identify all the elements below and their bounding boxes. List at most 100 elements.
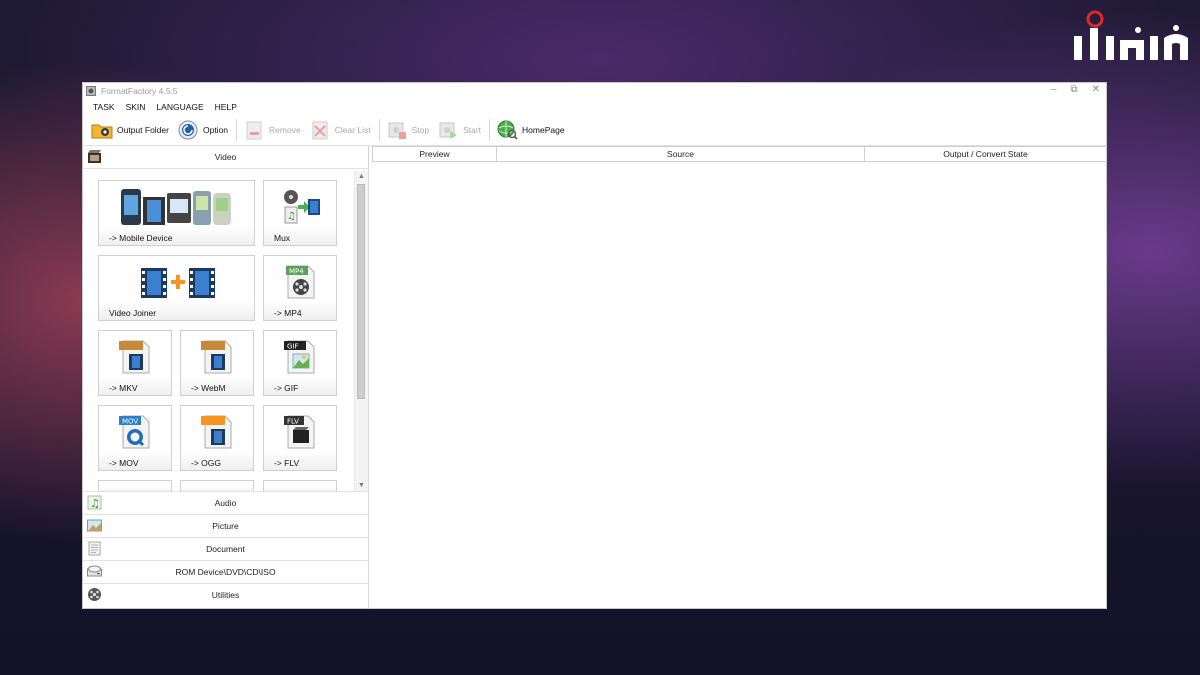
close-button[interactable]: ✕ [1092,84,1100,95]
category-picture[interactable]: Picture [83,515,368,538]
task-table-header: Preview Source Output / Convert State [372,146,1107,162]
mp4-badge: MP4 [289,268,304,276]
window-title: FormatFactory 4.5.5 [101,86,178,96]
option-icon [178,120,198,140]
start-icon [439,122,458,139]
homepage-button[interactable]: HomePage [496,120,565,140]
folder-icon [91,124,113,139]
category-document[interactable]: Document [83,538,368,561]
menu-bar: TASK SKIN LANGUAGE HELP [83,99,1106,115]
tile-label: Video Joiner [109,308,157,318]
flv-file-icon: FLV [284,415,315,449]
column-preview[interactable]: Preview [373,147,497,161]
flv-badge: FLV [287,418,299,426]
column-output-state[interactable]: Output / Convert State [865,147,1106,161]
tile-partial[interactable] [98,480,172,491]
tile-video-joiner[interactable]: Video Joiner [98,255,255,321]
clear-list-button[interactable]: Clear List [309,120,371,140]
mobile-devices-icon [121,189,231,225]
scroll-thumb[interactable] [357,184,365,399]
scroll-down-arrow[interactable]: ▼ [356,480,367,491]
category-panel: Video -> Mobile Device ♫ Mux Video Joine… [83,146,369,609]
mov-badge: MOV [122,418,138,426]
video-tiles-area: -> Mobile Device ♫ Mux Video Joiner MP4 … [83,169,368,491]
window-controls: – ⧉ ✕ [1051,84,1100,95]
brand-logo [1074,10,1188,60]
tile-label: Mux [274,233,291,243]
toolbar-separator [489,119,491,141]
column-source[interactable]: Source [497,147,865,161]
category-picture-label: Picture [212,521,239,531]
tile-partial[interactable] [263,480,337,491]
svg-text:♫: ♫ [287,211,296,222]
globe-icon [497,120,518,140]
tile-label: -> FLV [274,458,300,468]
remove-icon [246,121,262,140]
option-button[interactable]: Option [177,120,228,140]
menu-task[interactable]: TASK [93,102,115,112]
remove-button[interactable]: Remove [243,120,301,140]
tile-mp4[interactable]: MP4 -> MP4 [263,255,337,321]
category-video[interactable]: Video [83,146,368,169]
category-document-label: Document [206,544,245,554]
video-joiner-icon [141,268,215,298]
tile-label: -> GIF [274,383,299,393]
webm-file-icon [201,340,232,374]
menu-skin[interactable]: SKIN [126,102,146,112]
menu-help[interactable]: HELP [215,102,237,112]
clear-list-icon [312,121,328,140]
tile-label: -> MOV [109,458,139,468]
tile-mkv[interactable]: -> MKV [98,330,172,396]
start-label: Start [463,125,482,135]
toolbar-separator [378,119,380,141]
tile-label: -> OGG [191,458,221,468]
tile-mobile-device[interactable]: -> Mobile Device [98,180,255,246]
category-audio[interactable]: ♫ Audio [83,491,368,515]
task-list-panel: Preview Source Output / Convert State [372,146,1107,609]
tile-label: -> Mobile Device [109,233,173,243]
tile-label: -> MP4 [274,308,302,318]
category-utilities[interactable]: Utilities [83,584,368,606]
tile-ogg[interactable]: -> OGG [180,405,254,471]
category-utilities-label: Utilities [211,590,240,600]
tile-label: -> MKV [109,383,138,393]
gif-file-icon: GIF [284,340,315,374]
app-icon [86,86,96,96]
stop-icon [388,122,406,139]
clear-list-label: Clear List [334,125,371,135]
output-folder-label: Output Folder [117,125,169,135]
title-bar: FormatFactory 4.5.5 – ⧉ ✕ [83,83,1106,99]
scroll-up-arrow[interactable]: ▲ [356,171,367,182]
stop-button[interactable]: Stop [386,120,430,140]
restore-button[interactable]: ⧉ [1070,84,1077,95]
ogg-file-icon [201,415,232,449]
mkv-file-icon [119,340,150,374]
task-list-body[interactable] [372,162,1107,608]
tile-label: -> WebM [191,383,226,393]
tiles-scrollbar[interactable]: ▲ ▼ [354,171,368,491]
mp4-file-icon: MP4 [286,265,315,299]
tile-mux[interactable]: ♫ Mux [263,180,337,246]
stop-label: Stop [411,125,430,135]
tile-partial[interactable] [180,480,254,491]
toolbar-separator [236,119,238,141]
homepage-label: HomePage [522,125,565,135]
tile-mov[interactable]: MOV -> MOV [98,405,172,471]
tile-webm[interactable]: -> WebM [180,330,254,396]
remove-label: Remove [269,125,301,135]
output-folder-button[interactable]: Output Folder [91,120,169,140]
minimize-button[interactable]: – [1051,84,1057,95]
category-video-label: Video [214,152,237,162]
mux-icon: ♫ [284,190,320,224]
menu-language[interactable]: LANGUAGE [156,102,203,112]
option-label: Option [202,125,229,135]
tile-flv[interactable]: FLV -> FLV [263,405,337,471]
mov-file-icon: MOV [119,415,150,449]
gif-badge: GIF [287,343,299,351]
tile-gif[interactable]: GIF -> GIF [263,330,337,396]
start-button[interactable]: Start [437,120,481,140]
toolbar: Output Folder Option Remove Clear List S… [83,115,1106,146]
app-window: FormatFactory 4.5.5 – ⧉ ✕ TASK SKIN LANG… [82,82,1107,609]
category-rom-device[interactable]: ROM Device\DVD\CD\ISO [83,561,368,584]
category-audio-label: Audio [214,498,237,508]
